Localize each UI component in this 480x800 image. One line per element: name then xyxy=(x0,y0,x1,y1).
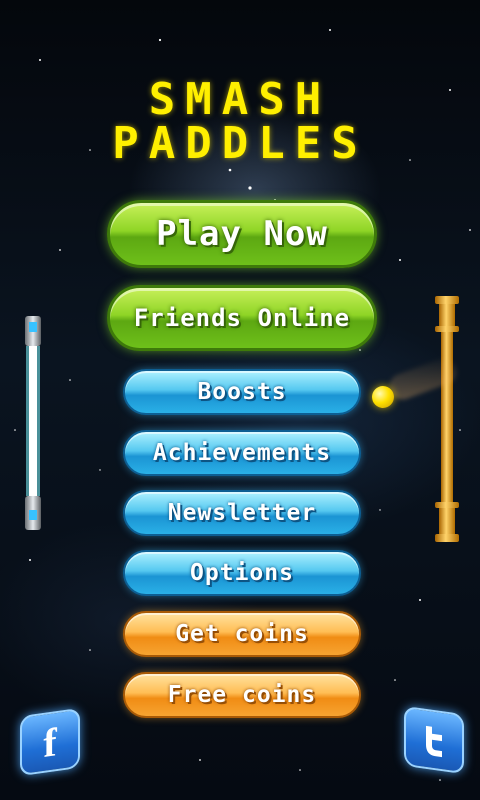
twitter-icon xyxy=(426,725,442,758)
free-coins-button[interactable]: Free coins xyxy=(123,672,361,718)
get-coins-button[interactable]: Get coins xyxy=(123,611,361,657)
twitter-button[interactable] xyxy=(404,705,464,775)
facebook-icon: f xyxy=(43,718,57,766)
ball-decoration xyxy=(372,386,394,408)
friends-online-button[interactable]: Friends Online xyxy=(107,285,377,351)
achievements-button[interactable]: Achievements xyxy=(123,430,361,476)
right-paddle-decoration xyxy=(435,296,459,542)
game-title-line-2: PADDLES xyxy=(112,118,368,169)
boosts-button[interactable]: Boosts xyxy=(123,369,361,415)
newsletter-button[interactable]: Newsletter xyxy=(123,490,361,536)
left-paddle-decoration xyxy=(25,316,41,530)
play-now-button[interactable]: Play Now xyxy=(107,200,377,268)
facebook-button[interactable]: f xyxy=(20,707,80,777)
options-button[interactable]: Options xyxy=(123,550,361,596)
